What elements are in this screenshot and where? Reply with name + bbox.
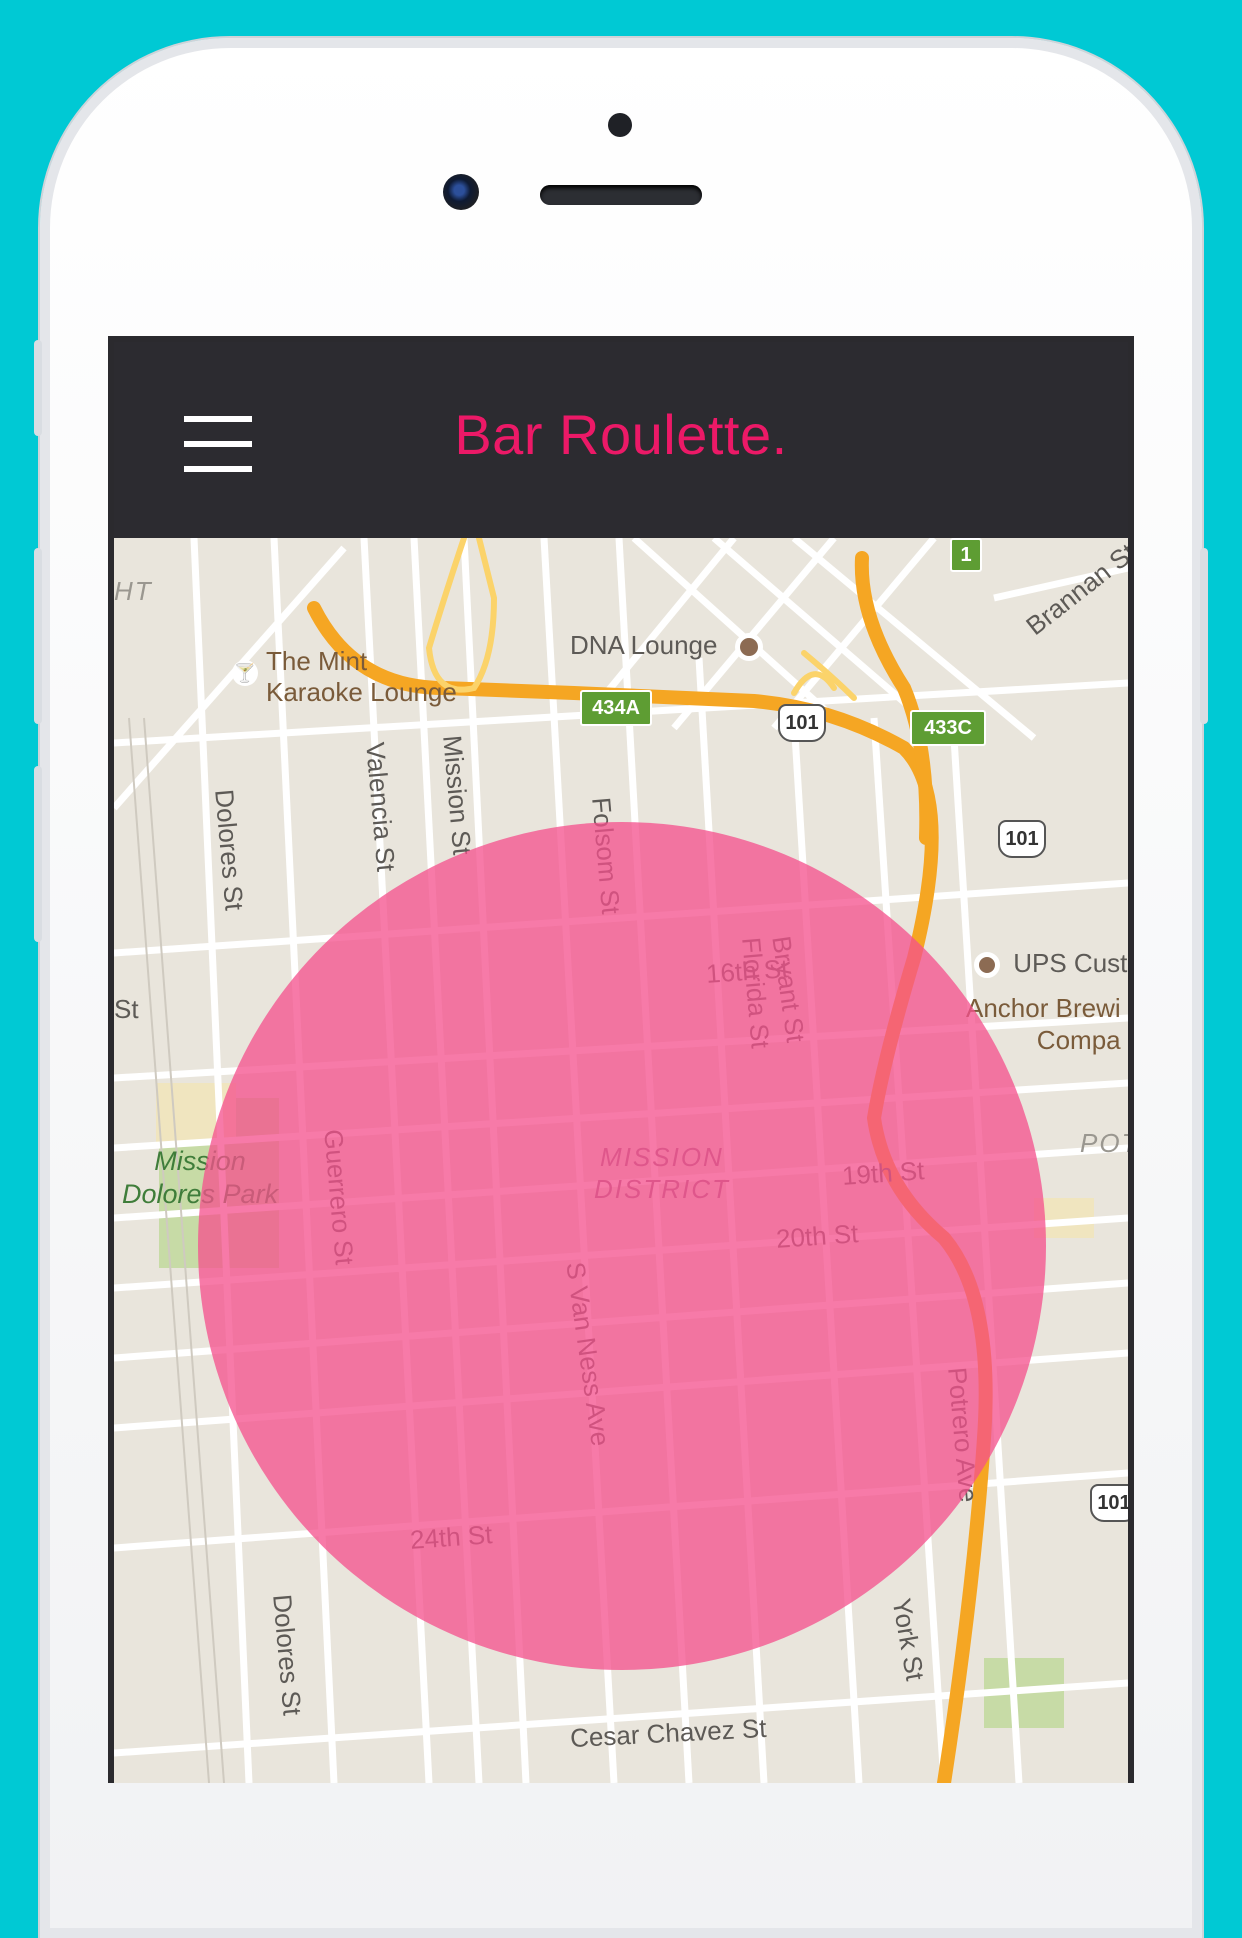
poi-marker-icon: [734, 633, 763, 662]
us-101-shield: 101: [998, 820, 1046, 858]
bar-marker-icon: 🍸: [232, 660, 258, 686]
street-label-20th: 20th St: [775, 1218, 860, 1254]
street-label-19th: 19th St: [841, 1155, 926, 1191]
park-label-1: Mission: [154, 1146, 246, 1176]
poi-dna-lounge-label: DNA Lounge: [570, 630, 718, 660]
neighborhood-label-pot: POT: [1080, 1128, 1128, 1158]
poi-marker-icon: [974, 952, 1000, 979]
poi-ups[interactable]: UPS Cust: [974, 948, 1127, 979]
poi-anchor-brewing[interactable]: Anchor Brewi Compa: [966, 992, 1121, 1056]
poi-dna-lounge[interactable]: DNA Lounge: [570, 630, 763, 662]
exit-shield-433c: 433C: [910, 710, 986, 746]
us-101-shield: 101: [778, 704, 826, 742]
poi-the-mint[interactable]: 🍸 The Mint Karaoke Lounge: [232, 646, 457, 708]
proximity-sensor: [608, 113, 632, 137]
screen: Bar Roulette. 16th St 19th St 20th St 24…: [108, 336, 1134, 1783]
map-view[interactable]: 16th St 19th St 20th St 24th St Cesar Ch…: [114, 538, 1128, 1783]
neighborhood-label-ht: HT: [114, 576, 153, 606]
district-label-2: DISTRICT: [594, 1174, 730, 1204]
park-label: Mission Dolores Park: [122, 1145, 278, 1211]
volume-down-button: [34, 766, 42, 942]
front-camera-icon: [443, 174, 479, 210]
earpiece-speaker: [540, 185, 702, 205]
poi-the-mint-label: The Mint: [266, 646, 368, 676]
poi-ups-label: UPS Cust: [1013, 948, 1128, 978]
poi-anchor-label-2: Compa: [1036, 1025, 1121, 1055]
us-101-shield: 101: [1090, 1484, 1128, 1522]
poi-the-mint-label-2: Karaoke Lounge: [266, 677, 457, 707]
poi-anchor-label: Anchor Brewi: [966, 993, 1121, 1023]
street-label-st: St: [114, 994, 139, 1024]
district-label: MISSION DISTRICT: [594, 1141, 730, 1205]
power-button: [1200, 548, 1208, 724]
volume-up-button: [34, 548, 42, 724]
street-label-24th: 24th St: [409, 1519, 494, 1555]
district-label-1: MISSION: [600, 1142, 724, 1172]
park-label-2: Dolores Park: [122, 1179, 279, 1209]
route-shield-1: 1: [950, 538, 982, 572]
exit-shield-434a: 434A: [580, 690, 652, 726]
mute-switch: [34, 340, 42, 436]
app-header: Bar Roulette.: [114, 342, 1128, 542]
app-title: Bar Roulette.: [454, 403, 788, 466]
